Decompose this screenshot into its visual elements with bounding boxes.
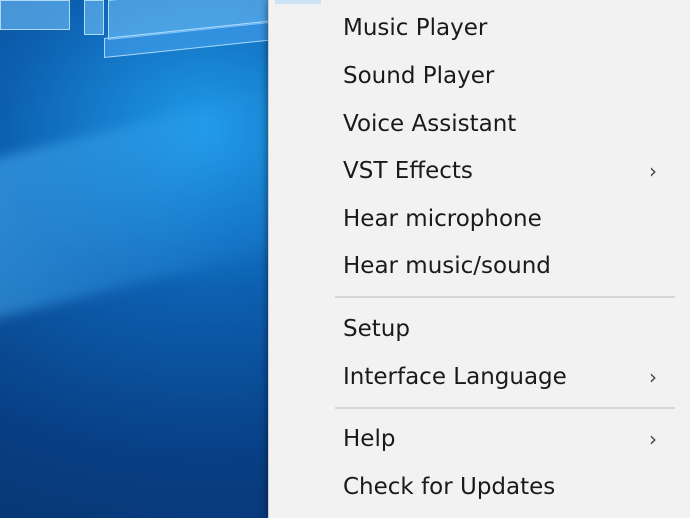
menu-item-label: VST Effects bbox=[343, 158, 473, 184]
menu-item-voice-assistant[interactable]: Voice Assistant bbox=[269, 100, 690, 148]
menu-item-label: Hear music/sound bbox=[343, 253, 551, 279]
chevron-right-icon: › bbox=[649, 159, 657, 183]
menu-item-music-player[interactable]: Music Player bbox=[269, 4, 690, 52]
menu-item-hear-music-sound[interactable]: Hear music/sound bbox=[269, 242, 690, 290]
menu-item-label: Help bbox=[343, 426, 396, 452]
menu-item-label: Voice Assistant bbox=[343, 111, 517, 137]
menu-separator bbox=[335, 296, 675, 298]
menu-item-label: Sound Player bbox=[343, 63, 495, 89]
menu-item-label: Interface Language bbox=[343, 364, 567, 390]
menu-item-label: Check for Updates bbox=[343, 474, 556, 500]
menu-item-setup[interactable]: Setup bbox=[269, 305, 690, 353]
windows-logo-icon bbox=[0, 0, 284, 70]
chevron-right-icon: › bbox=[649, 365, 657, 389]
menu-item-interface-language[interactable]: Interface Language › bbox=[269, 353, 690, 401]
context-menu: Music Player Sound Player Voice Assistan… bbox=[268, 0, 690, 518]
menu-item-label: Music Player bbox=[343, 15, 488, 41]
menu-separator bbox=[335, 407, 675, 409]
desktop-background: Music Player Sound Player Voice Assistan… bbox=[0, 0, 690, 518]
menu-item-check-for-updates[interactable]: Check for Updates bbox=[269, 463, 690, 511]
menu-item-vst-effects[interactable]: VST Effects › bbox=[269, 147, 690, 195]
menu-item-hear-microphone[interactable]: Hear microphone bbox=[269, 195, 690, 243]
menu-item-sound-player[interactable]: Sound Player bbox=[269, 52, 690, 100]
menu-item-label: Setup bbox=[343, 316, 410, 342]
chevron-right-icon: › bbox=[649, 427, 657, 451]
menu-item-help[interactable]: Help › bbox=[269, 415, 690, 463]
menu-item-label: Hear microphone bbox=[343, 206, 542, 232]
